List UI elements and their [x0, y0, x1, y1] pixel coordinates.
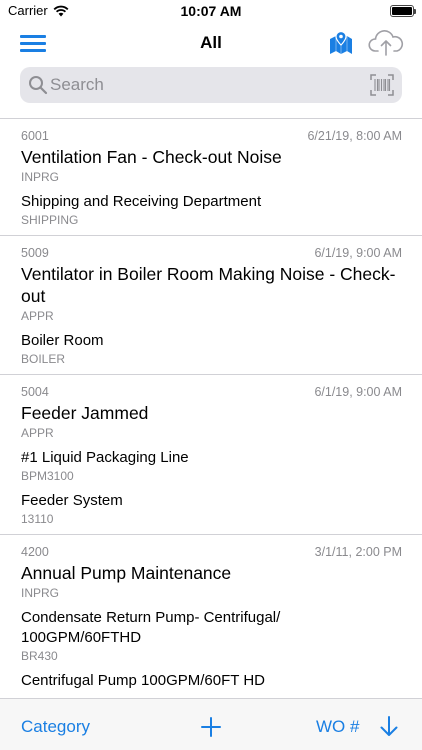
- location-code: BPM3100: [21, 469, 74, 483]
- page-title: All: [200, 33, 222, 52]
- map-pin-icon[interactable]: [328, 30, 354, 56]
- battery-icon: [390, 5, 416, 17]
- work-order-status: INPRG: [21, 586, 60, 600]
- asset-name: Feeder System: [21, 492, 123, 509]
- location-name: #1 Liquid Packaging Line: [21, 449, 189, 466]
- work-order-date: 6/21/19, 8:00 AM: [307, 129, 402, 143]
- work-order-number: 5009: [21, 246, 49, 260]
- barcode-scan-icon[interactable]: [370, 74, 394, 96]
- work-order-row[interactable]: 5009 6/1/19, 9:00 AM Ventilator in Boile…: [0, 236, 422, 375]
- location-name: Boiler Room: [21, 332, 104, 349]
- work-order-date: 3/1/11, 2:00 PM: [314, 545, 402, 559]
- cloud-upload-icon[interactable]: [368, 29, 404, 57]
- category-button[interactable]: Category: [21, 717, 90, 737]
- location-code: BOILER: [21, 352, 66, 366]
- work-order-status: APPR: [21, 426, 54, 440]
- location-name: Shipping and Receiving Department: [21, 193, 262, 210]
- work-order-number: 5004: [21, 385, 49, 399]
- asset-name: Centrifugal Pump 100GPM/60FT HD: [21, 672, 265, 689]
- work-order-number: 6001: [21, 129, 49, 143]
- sort-field-button[interactable]: WO #: [316, 717, 359, 737]
- location-name: Condensate Return Pump- Centrifugal/ 100…: [21, 609, 281, 646]
- asset-code: 13110: [21, 512, 54, 526]
- location-code: BR430: [21, 649, 58, 663]
- clock: 10:07 AM: [180, 3, 242, 19]
- search-bar: [20, 67, 402, 103]
- work-order-date: 6/1/19, 9:00 AM: [314, 246, 402, 260]
- work-order-status: APPR: [21, 309, 54, 323]
- work-order-number: 4200: [21, 545, 49, 559]
- work-order-list: 6001 6/21/19, 8:00 AM Ventilation Fan - …: [0, 119, 422, 698]
- hamburger-menu-icon[interactable]: [20, 35, 46, 53]
- work-order-description: Ventilator in Boiler Room Making Noise -…: [21, 264, 396, 306]
- work-order-row[interactable]: 5004 6/1/19, 9:00 AM Feeder Jammed APPR …: [0, 375, 422, 535]
- work-order-description: Annual Pump Maintenance: [21, 563, 232, 583]
- work-order-row[interactable]: 4200 3/1/11, 2:00 PM Annual Pump Mainten…: [0, 535, 422, 698]
- location-code: SHIPPING: [21, 213, 79, 227]
- navigation-bar: All: [0, 26, 422, 62]
- arrow-down-icon[interactable]: [378, 714, 400, 738]
- work-order-description: Ventilation Fan - Check-out Noise: [21, 147, 282, 167]
- plus-icon[interactable]: [200, 716, 222, 738]
- work-order-row[interactable]: 6001 6/21/19, 8:00 AM Ventilation Fan - …: [0, 119, 422, 236]
- work-order-date: 6/1/19, 9:00 AM: [314, 385, 402, 399]
- status-bar: Carrier 10:07 AM: [0, 0, 422, 24]
- magnifier-icon: [29, 76, 48, 95]
- work-order-status: INPRG: [21, 170, 60, 184]
- work-order-description: Feeder Jammed: [21, 403, 149, 423]
- search-input[interactable]: [50, 71, 350, 99]
- bottom-toolbar: Category WO #: [0, 698, 422, 750]
